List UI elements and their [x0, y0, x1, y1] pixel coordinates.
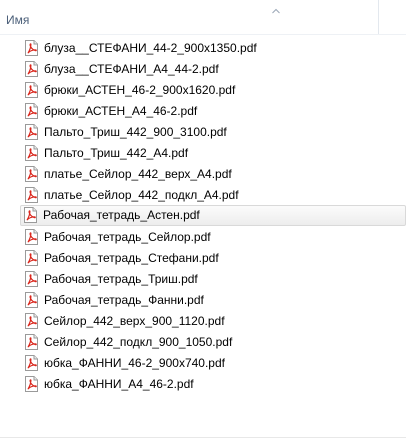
chevron-up-icon [272, 8, 280, 14]
file-name: платье_Сейлор_442_верх_А4.pdf [44, 167, 232, 181]
pdf-file-icon [25, 313, 38, 329]
file-name: Рабочая_тетрадь_Фанни.pdf [44, 293, 204, 307]
file-name: Пальто_Триш_442_А4.pdf [44, 146, 189, 160]
list-item[interactable]: блуза__СТЕФАНИ_А4_44-2.pdf [0, 58, 406, 79]
file-explorer-window: Имя блуза__СТЕФАНИ_44-2_900x1350.pdf блу… [0, 0, 406, 444]
file-list: блуза__СТЕФАНИ_44-2_900x1350.pdf блуза__… [0, 37, 406, 394]
file-name: Рабочая_тетрадь_Сейлор.pdf [44, 230, 211, 244]
file-name: юбка_ФАННИ_46-2_900x740.pdf [44, 356, 225, 370]
file-name: Пальто_Триш_442_900_3100.pdf [44, 125, 227, 139]
list-item[interactable]: брюки_АСТЕН_А4_46-2.pdf [0, 100, 406, 121]
pdf-file-icon [25, 166, 38, 182]
list-item[interactable]: Сейлор_442_верх_900_1120.pdf [0, 310, 406, 331]
pdf-file-icon [25, 103, 38, 119]
file-name: Рабочая_тетрадь_Астен.pdf [43, 208, 200, 222]
list-item[interactable]: Рабочая_тетрадь_Фанни.pdf [0, 289, 406, 310]
bottom-separator [0, 437, 406, 438]
pdf-file-icon [25, 271, 38, 287]
header-separator [0, 34, 406, 35]
pdf-file-icon [25, 124, 38, 140]
list-item[interactable]: Рабочая_тетрадь_Триш.pdf [0, 268, 406, 289]
list-item[interactable]: платье_Сейлор_442_верх_А4.pdf [0, 163, 406, 184]
file-name: брюки_АСТЕН_А4_46-2.pdf [44, 104, 198, 118]
list-item[interactable]: брюки_АСТЕН_46-2_900x1620.pdf [0, 79, 406, 100]
file-name: блуза__СТЕФАНИ_А4_44-2.pdf [44, 62, 219, 76]
list-item[interactable]: Рабочая_тетрадь_Сейлор.pdf [0, 226, 406, 247]
file-name: Сейлор_442_верх_900_1120.pdf [44, 314, 225, 328]
pdf-file-icon [25, 250, 38, 266]
pdf-file-icon [25, 292, 38, 308]
list-item[interactable]: Пальто_Триш_442_900_3100.pdf [0, 121, 406, 142]
file-name: платье_Сейлор_442_подкл_А4.pdf [44, 188, 239, 202]
file-name: юбка_ФАННИ_А4_46-2.pdf [44, 377, 194, 391]
pdf-file-icon [24, 207, 37, 223]
pdf-file-icon [25, 82, 38, 98]
pdf-file-icon [25, 229, 38, 245]
column-divider[interactable] [378, 0, 379, 34]
file-name: Сейлор_442_подкл_900_1050.pdf [44, 335, 233, 349]
list-item[interactable]: юбка_ФАННИ_46-2_900x740.pdf [0, 352, 406, 373]
file-name: Рабочая_тетрадь_Триш.pdf [44, 272, 198, 286]
pdf-file-icon [25, 376, 38, 392]
list-item[interactable]: Рабочая_тетрадь_Стефани.pdf [0, 247, 406, 268]
list-item[interactable]: Рабочая_тетрадь_Астен.pdf [20, 205, 406, 226]
file-name: Рабочая_тетрадь_Стефани.pdf [44, 251, 219, 265]
pdf-file-icon [25, 355, 38, 371]
pdf-file-icon [25, 40, 38, 56]
list-item[interactable]: юбка_ФАННИ_А4_46-2.pdf [0, 373, 406, 394]
file-name: блуза__СТЕФАНИ_44-2_900x1350.pdf [44, 41, 257, 55]
column-header[interactable]: Имя [0, 0, 406, 36]
list-item[interactable]: Пальто_Триш_442_А4.pdf [0, 142, 406, 163]
pdf-file-icon [25, 334, 38, 350]
file-name: брюки_АСТЕН_46-2_900x1620.pdf [44, 83, 236, 97]
name-column-label[interactable]: Имя [6, 13, 29, 27]
list-item[interactable]: блуза__СТЕФАНИ_44-2_900x1350.pdf [0, 37, 406, 58]
list-item[interactable]: Сейлор_442_подкл_900_1050.pdf [0, 331, 406, 352]
pdf-file-icon [25, 145, 38, 161]
pdf-file-icon [25, 187, 38, 203]
pdf-file-icon [25, 61, 38, 77]
list-item[interactable]: платье_Сейлор_442_подкл_А4.pdf [0, 184, 406, 205]
